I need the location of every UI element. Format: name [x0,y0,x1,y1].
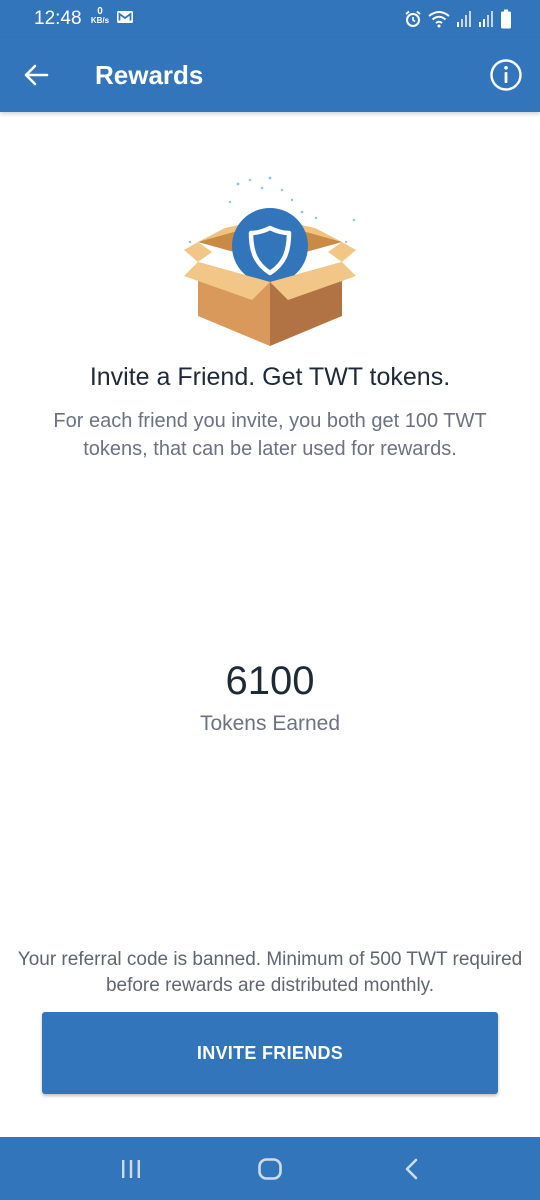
signal-icon [457,11,471,27]
recents-button[interactable] [115,1153,147,1185]
network-speed-unit: KB/s [90,16,110,25]
network-speed-value: 0 [97,6,103,17]
back-button[interactable] [18,57,54,93]
system-back-button[interactable] [396,1153,428,1185]
page-title: Rewards [95,60,204,90]
invite-description: For each friend you invite, you both get… [53,410,487,460]
referral-notice: Your referral code is banned. Minimum of… [17,949,523,996]
invite-headline: Invite a Friend. Get TWT tokens. [89,363,451,391]
back-icon [405,1158,418,1180]
home-icon [258,1158,282,1180]
tokens-earned-count: 6100 [225,659,315,703]
info-icon[interactable] [489,58,523,92]
wifi-icon [428,11,450,28]
signal-icon [479,11,493,27]
mail-icon [117,11,133,23]
home-button[interactable] [254,1153,286,1185]
back-arrow-icon [24,64,49,86]
invite-friends-button[interactable]: INVITE FRIENDS [42,1012,498,1094]
network-speed: 0 KB/s [88,6,112,26]
status-time: 12:48 [34,8,82,29]
status-icons [404,8,512,30]
alarm-icon [405,10,421,27]
recents-icon [122,1160,140,1178]
status-bar: 12:48 0 KB/s [0,0,540,38]
app-bar: Rewards [0,38,540,112]
system-nav-bar [0,1137,540,1200]
tokens-earned-label: Tokens Earned [199,712,341,735]
battery-icon [501,9,511,29]
gift-box-with-shield-icon [184,176,356,346]
